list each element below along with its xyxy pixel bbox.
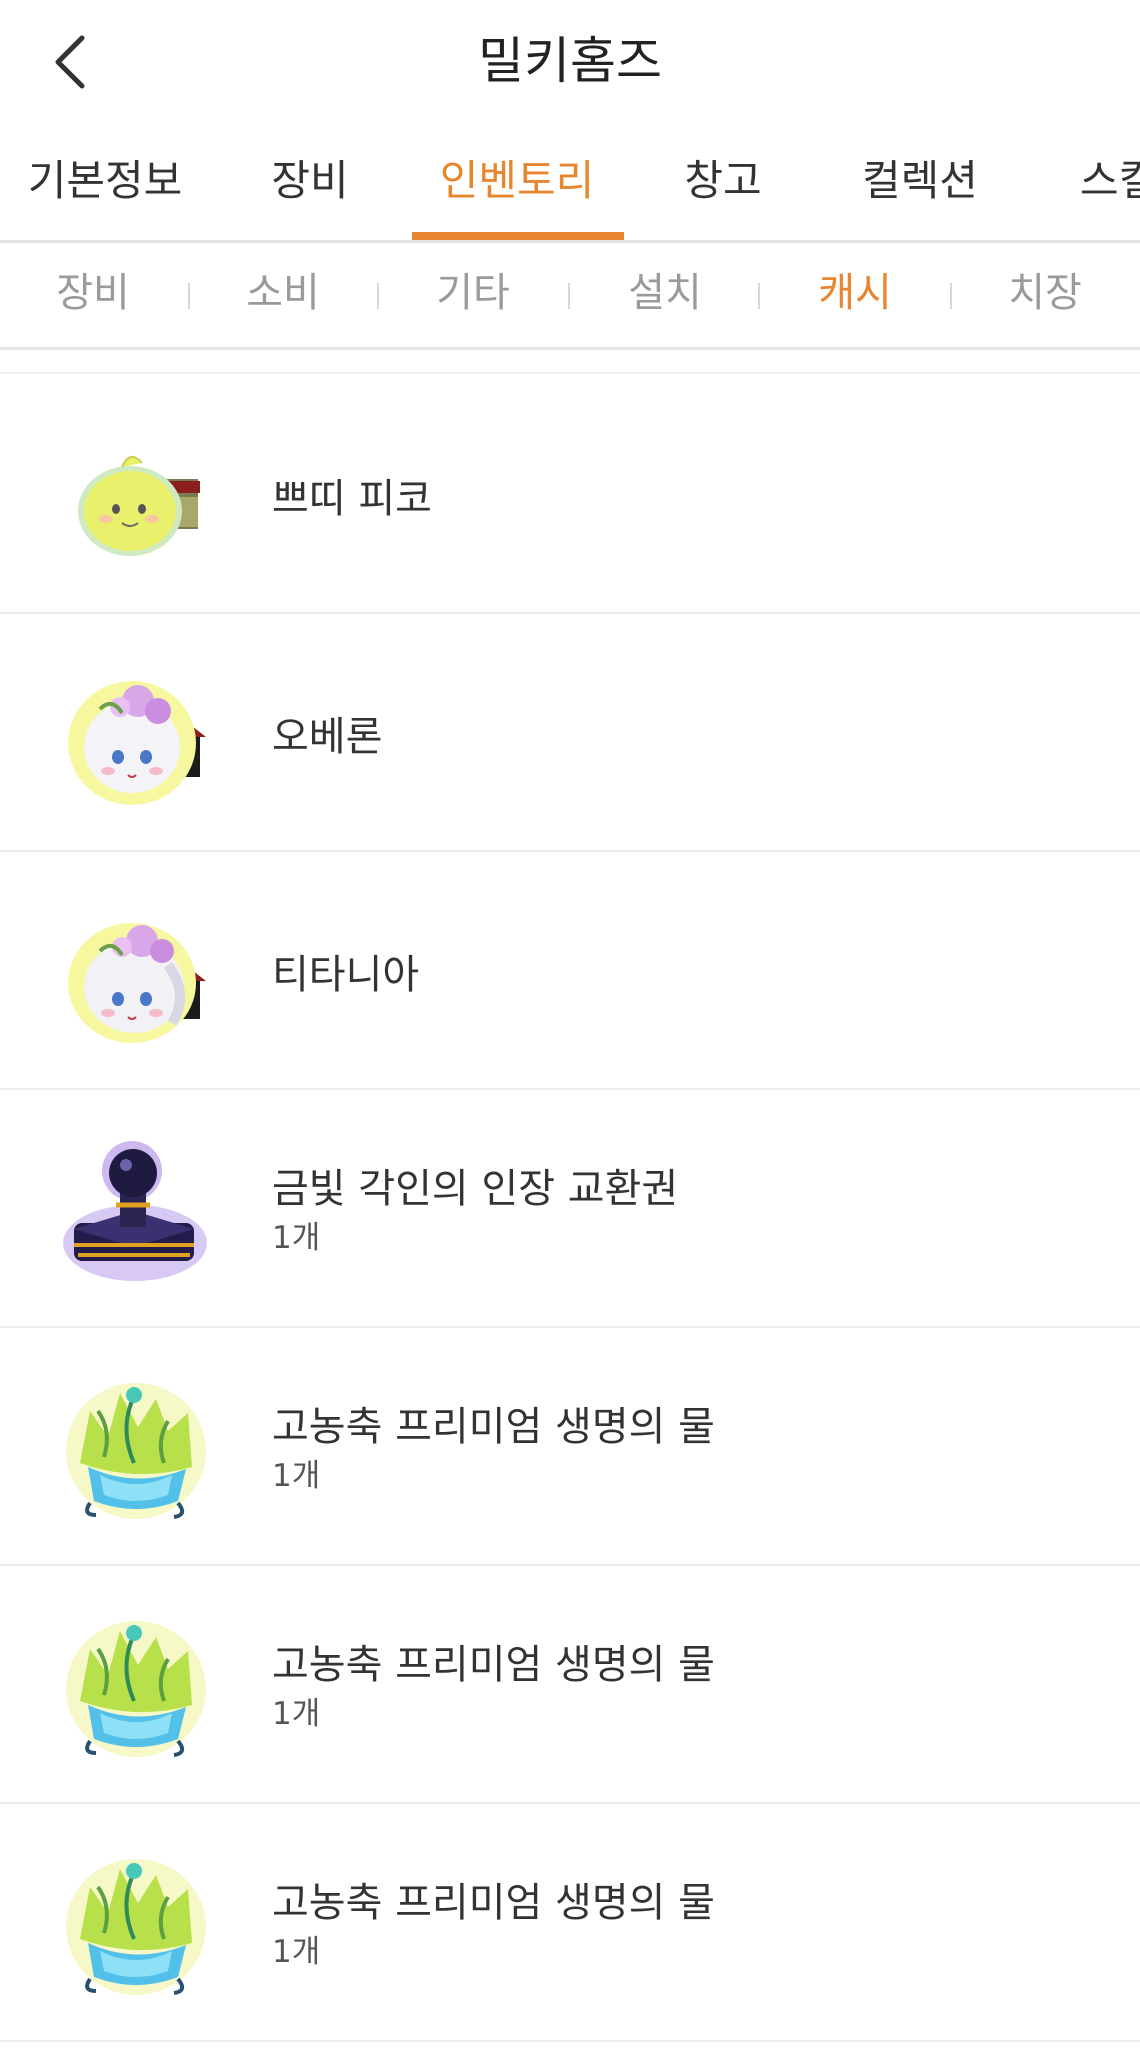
item-name: 금빛 각인의 인장 교환권 xyxy=(272,1166,679,1212)
subtab-cosmetic[interactable]: 치장 xyxy=(980,243,1110,347)
inventory-subtabs: 장비 소비 기타 설치 캐시 치장 xyxy=(0,243,1140,350)
titania-pet-icon xyxy=(60,895,210,1045)
list-item[interactable]: 고농축 프리미엄 생명의 물 1개 xyxy=(0,1564,1140,1804)
tab-storage[interactable]: 창고 xyxy=(648,140,798,240)
item-count: 1개 xyxy=(272,1696,321,1732)
water-of-life-icon xyxy=(60,1847,210,1997)
subtab-divider xyxy=(950,283,952,309)
subtab-equipment[interactable]: 장비 xyxy=(28,243,158,347)
list-item[interactable]: 쁘띠 피코 xyxy=(0,374,1140,614)
oberon-pet-icon xyxy=(60,657,210,807)
tab-collection[interactable]: 컬렉션 xyxy=(825,140,1015,240)
item-count: 1개 xyxy=(272,1220,321,1256)
list-item[interactable]: 고농축 프리미엄 생명의 물 1개 xyxy=(0,1802,1140,2042)
list-item[interactable]: 고농축 프리미엄 생명의 물 1개 xyxy=(0,1326,1140,1566)
golden-seal-icon xyxy=(60,1133,210,1283)
subtab-divider xyxy=(377,283,379,309)
subtab-divider xyxy=(758,283,760,309)
item-count: 1개 xyxy=(272,1458,321,1494)
subtab-etc[interactable]: 기타 xyxy=(408,243,538,347)
list-item[interactable]: 오베론 xyxy=(0,612,1140,852)
subtab-divider xyxy=(188,283,190,309)
active-tab-indicator xyxy=(412,232,624,240)
app-header: 밀키홈즈 xyxy=(0,0,1140,120)
item-count: 1개 xyxy=(272,1934,321,1970)
pico-pet-icon xyxy=(60,419,210,569)
subtab-divider xyxy=(568,283,570,309)
item-name: 고농축 프리미엄 생명의 물 xyxy=(272,1642,715,1688)
item-name: 쁘띠 피코 xyxy=(272,476,432,522)
main-tabs: 기본정보 장비 인벤토리 창고 컬렉션 스킬 xyxy=(0,140,1140,243)
tab-equipment[interactable]: 장비 xyxy=(235,140,385,240)
item-name: 오베론 xyxy=(272,714,383,760)
subtab-consumable[interactable]: 소비 xyxy=(218,243,348,347)
list-item[interactable]: 티타니아 xyxy=(0,850,1140,1090)
tab-inventory[interactable]: 인벤토리 xyxy=(412,140,622,240)
subtab-setup[interactable]: 설치 xyxy=(600,243,730,347)
list-item[interactable]: 금빛 각인의 인장 교환권 1개 xyxy=(0,1088,1140,1328)
water-of-life-icon xyxy=(60,1609,210,1759)
item-name: 티타니아 xyxy=(272,952,420,998)
item-name: 고농축 프리미엄 생명의 물 xyxy=(272,1880,715,1926)
page-title: 밀키홈즈 xyxy=(478,32,662,90)
item-name: 고농축 프리미엄 생명의 물 xyxy=(272,1404,715,1450)
tab-basic-info[interactable]: 기본정보 xyxy=(0,140,210,240)
subtab-cash[interactable]: 캐시 xyxy=(790,243,920,347)
water-of-life-icon xyxy=(60,1371,210,1521)
tab-skill[interactable]: 스킬 xyxy=(1080,140,1140,240)
